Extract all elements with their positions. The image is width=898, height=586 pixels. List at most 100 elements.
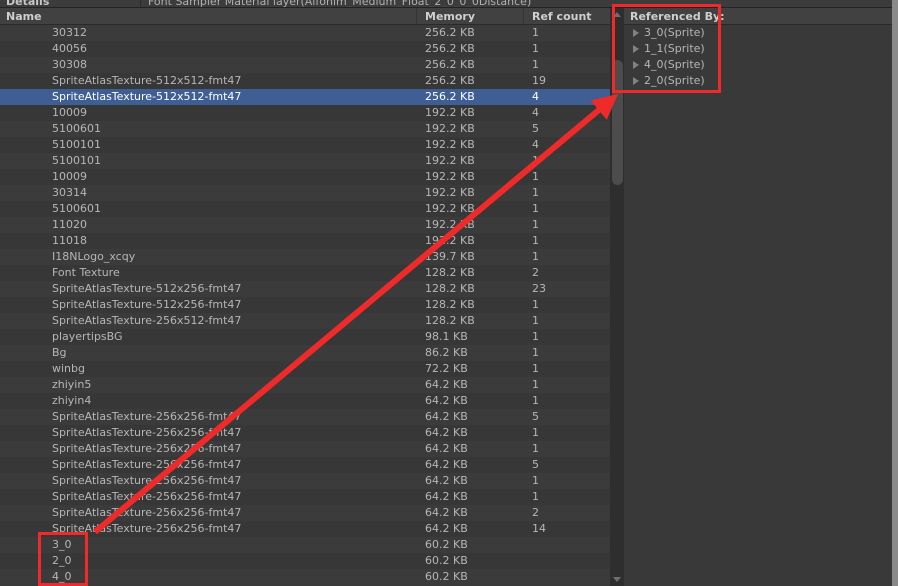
cell-ref-count: 1 [532,298,539,311]
cell-ref-count: 1 [532,186,539,199]
table-row[interactable]: 30314 192.2 KB 1 [0,185,610,201]
table-row[interactable]: 10009 192.2 KB 4 [0,105,610,121]
cell-name: playertipsBG [52,330,123,343]
cell-memory: 64.2 KB [425,378,468,391]
table-row[interactable]: 11020 192.2 KB 1 [0,217,610,233]
cell-ref-count: 1 [532,170,539,183]
table-row[interactable]: SpriteAtlasTexture-256x256-fmt47 64.2 KB 2 [0,505,610,521]
table-row[interactable]: SpriteAtlasTexture-256x512-fmt47 128.2 KB… [0,313,610,329]
cell-memory: 64.2 KB [425,522,468,535]
details-value: Font Sampler Material layer(Alfonim_Medi… [148,0,532,8]
table-row[interactable]: 5100101 192.2 KB 4 [0,137,610,153]
table-row[interactable]: I18NLogo_xcqy 139.7 KB 1 [0,249,610,265]
cell-name: SpriteAtlasTexture-256x256-fmt47 [52,426,242,439]
foldout-arrow-icon[interactable] [633,77,639,85]
column-header-memory[interactable]: Memory [425,10,475,23]
column-divider-memory[interactable] [416,8,417,24]
table-row[interactable]: 11018 192.2 KB 1 [0,233,610,249]
foldout-arrow-icon[interactable] [633,61,639,69]
cell-ref-count: 23 [532,282,546,295]
column-header-ref[interactable]: Ref count [532,10,592,23]
table-row[interactable]: Font Texture 128.2 KB 2 [0,265,610,281]
cell-memory: 72.2 KB [425,362,468,375]
triangle-up-icon[interactable] [610,8,624,21]
table-row[interactable]: 3_0 60.2 KB [0,537,610,553]
table-row[interactable]: SpriteAtlasTexture-256x256-fmt47 64.2 KB 1 [0,425,610,441]
cell-memory: 128.2 KB [425,266,475,279]
cell-memory: 64.2 KB [425,506,468,519]
referenced-by-title: Referenced By: [630,10,725,23]
referenced-by-item[interactable]: 2_0(Sprite) [624,73,892,89]
table-row[interactable]: 4_0 60.2 KB [0,569,610,585]
table-row[interactable]: SpriteAtlasTexture-512x512-fmt47 256.2 KB… [0,89,610,105]
cell-name: 30308 [52,58,87,71]
foldout-arrow-icon[interactable] [633,45,639,53]
table-row[interactable]: 2_0 60.2 KB [0,553,610,569]
cell-memory: 60.2 KB [425,554,468,567]
cell-ref-count: 5 [532,410,539,423]
referenced-by-header: Referenced By: [624,8,892,25]
table-row[interactable]: SpriteAtlasTexture-512x256-fmt47 128.2 KB… [0,297,610,313]
table-row[interactable]: SpriteAtlasTexture-512x512-fmt47 256.2 KB… [0,73,610,89]
triangle-down-icon[interactable] [610,573,624,586]
table-row[interactable]: SpriteAtlasTexture-256x256-fmt47 64.2 KB 1 [0,473,610,489]
table-row[interactable]: SpriteAtlasTexture-256x256-fmt47 64.2 KB 5 [0,457,610,473]
cell-memory: 98.1 KB [425,330,468,343]
table-row[interactable]: playertipsBG 98.1 KB 1 [0,329,610,345]
cell-name: Bg [52,346,67,359]
table-row[interactable]: SpriteAtlasTexture-256x256-fmt47 64.2 KB 1… [0,521,610,537]
cell-name: 11018 [52,234,87,247]
cell-name: SpriteAtlasTexture-256x256-fmt47 [52,442,242,455]
table-row[interactable]: winbg 72.2 KB 1 [0,361,610,377]
referenced-by-item[interactable]: 4_0(Sprite) [624,57,892,73]
cell-ref-count: 1 [532,426,539,439]
cell-ref-count: 1 [532,442,539,455]
column-header-name[interactable]: Name [6,10,42,23]
table-row[interactable]: SpriteAtlasTexture-256x256-fmt47 64.2 KB 1 [0,489,610,505]
cell-ref-count: 4 [532,90,539,103]
referenced-by-pane: Referenced By: 3_0(Sprite) 1_1(Sprite) 4_0… [624,8,892,586]
table-row[interactable]: 30312 256.2 KB 1 [0,25,610,41]
cell-name: I18NLogo_xcqy [52,250,136,263]
cell-memory: 256.2 KB [425,42,475,55]
referenced-by-item-label: 1_1(Sprite) [644,42,705,55]
table-row[interactable]: 5100601 192.2 KB 1 [0,201,610,217]
table-row[interactable]: 10009 192.2 KB 1 [0,169,610,185]
cell-name: SpriteAtlasTexture-512x512-fmt47 [52,74,242,87]
memory-table-pane: Name Memory Ref count 30312 256.2 KB 1 40056 2… [0,8,610,586]
referenced-by-list[interactable]: 3_0(Sprite) 1_1(Sprite) 4_0(Sprite) 2_0(Spr… [624,25,892,586]
cell-memory: 192.2 KB [425,186,475,199]
table-row[interactable]: SpriteAtlasTexture-512x256-fmt47 128.2 KB… [0,281,610,297]
table-row[interactable]: 30308 256.2 KB 1 [0,57,610,73]
cell-memory: 256.2 KB [425,90,475,103]
referenced-by-item[interactable]: 1_1(Sprite) [624,41,892,57]
cell-name: 30314 [52,186,87,199]
cell-name: 11020 [52,218,87,231]
foldout-arrow-icon[interactable] [633,29,639,37]
referenced-by-item[interactable]: 3_0(Sprite) [624,25,892,41]
table-vertical-scrollbar[interactable] [610,8,624,586]
column-divider-ref[interactable] [523,8,524,24]
table-body[interactable]: 30312 256.2 KB 1 40056 256.2 KB 1 30308 256.2 K… [0,25,610,586]
cell-memory: 60.2 KB [425,570,468,583]
table-row[interactable]: SpriteAtlasTexture-256x256-fmt47 64.2 KB 1 [0,441,610,457]
cell-ref-count: 5 [532,122,539,135]
table-row[interactable]: Bg 86.2 KB 1 [0,345,610,361]
table-row[interactable]: 5100601 192.2 KB 5 [0,121,610,137]
table-row[interactable]: zhiyin4 64.2 KB 1 [0,393,610,409]
cell-memory: 64.2 KB [425,490,468,503]
cell-memory: 256.2 KB [425,26,475,39]
cell-name: SpriteAtlasTexture-256x256-fmt47 [52,490,242,503]
cell-name: 30312 [52,26,87,39]
table-row[interactable]: zhiyin5 64.2 KB 1 [0,377,610,393]
cell-memory: 192.2 KB [425,138,475,151]
cell-memory: 128.2 KB [425,314,475,327]
table-row[interactable]: 40056 256.2 KB 1 [0,41,610,57]
cell-memory: 192.2 KB [425,234,475,247]
table-row[interactable]: 5100101 192.2 KB 1 [0,153,610,169]
scrollbar-thumb[interactable] [612,60,623,185]
cell-ref-count: 19 [532,74,546,87]
cell-memory: 86.2 KB [425,346,468,359]
table-row[interactable]: SpriteAtlasTexture-256x256-fmt47 64.2 KB 5 [0,409,610,425]
referenced-by-item-label: 3_0(Sprite) [644,26,705,39]
